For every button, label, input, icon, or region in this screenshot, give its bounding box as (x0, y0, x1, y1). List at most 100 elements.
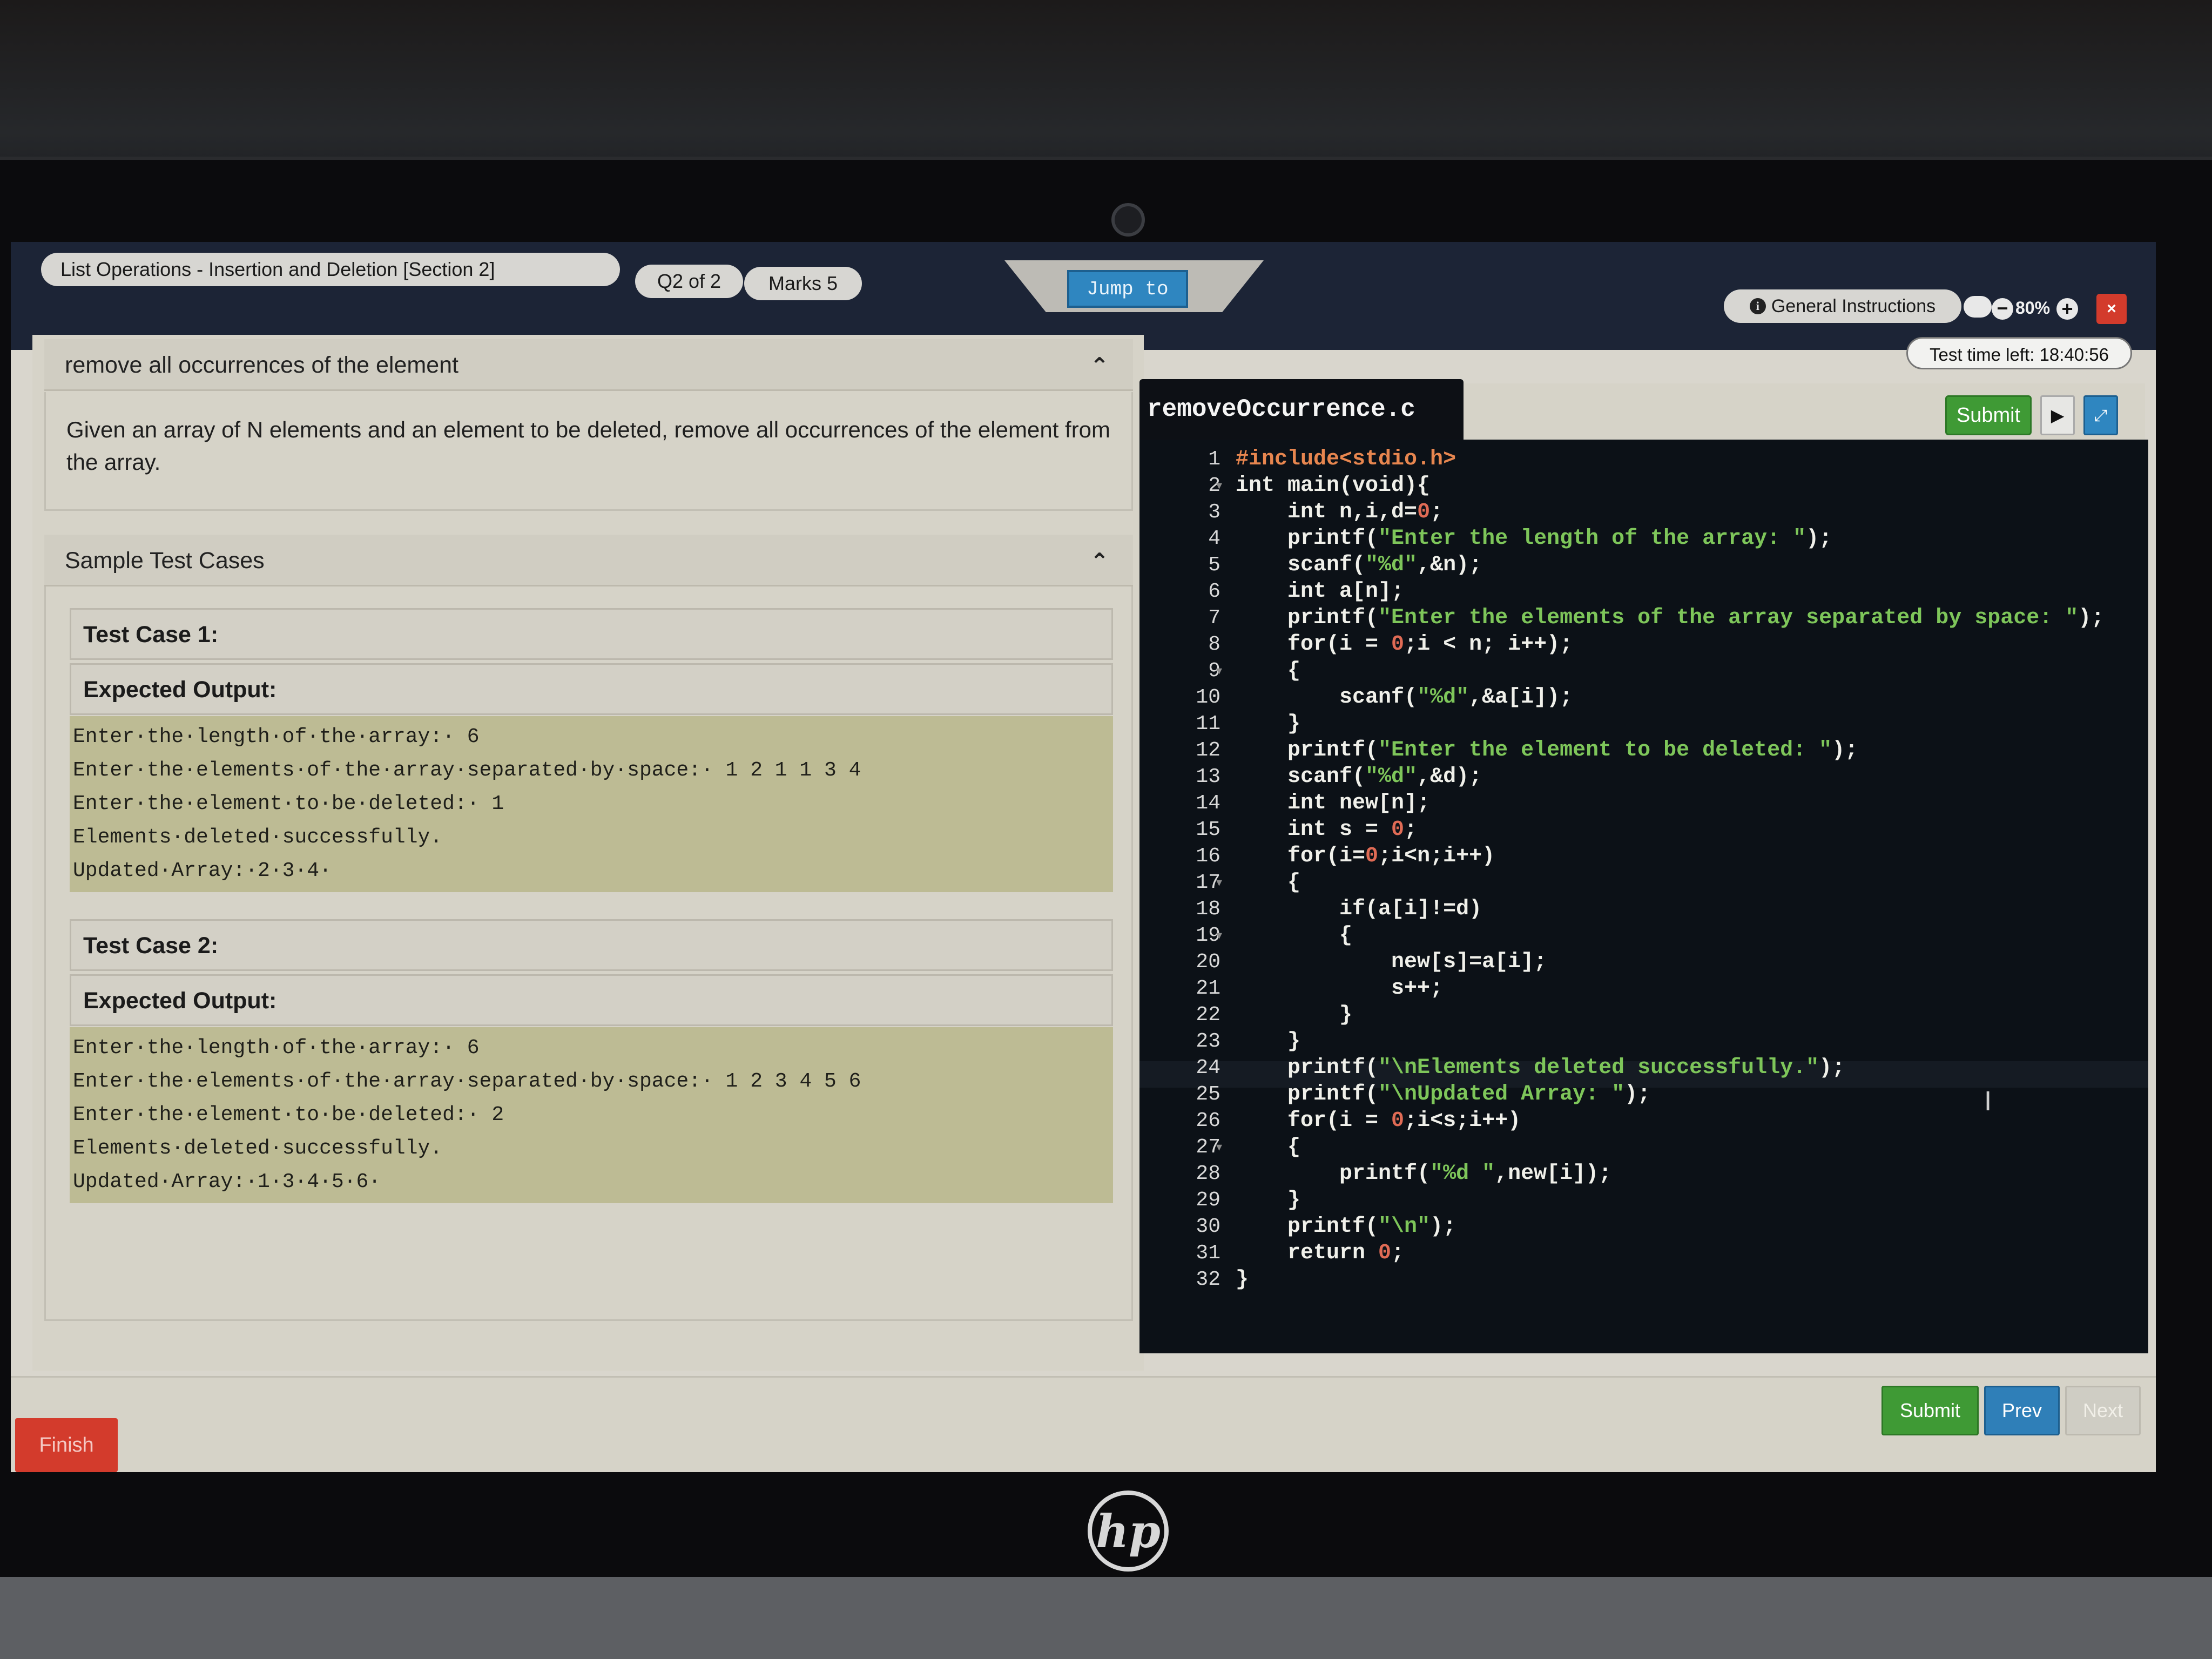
line-number: 21 (1196, 977, 1220, 1000)
code-line[interactable]: int s = 0; (1236, 817, 1417, 843)
general-instructions-button[interactable]: i General Instructions (1724, 289, 1961, 323)
text-cursor-icon: I (1984, 1087, 1992, 1117)
info-icon: i (1749, 298, 1766, 314)
code-line[interactable]: printf("Enter the element to be deleted:… (1236, 737, 1858, 764)
zoom-in-icon[interactable]: + (2056, 298, 2078, 320)
code-line[interactable]: scanf("%d",&a[i]); (1236, 684, 1573, 711)
output-line: Enter·the·length·of·the·array:· 6 (73, 1036, 480, 1060)
line-number: 30 (1196, 1215, 1220, 1238)
code-line[interactable]: printf("\nUpdated Array: "); (1236, 1081, 1650, 1108)
code-line[interactable]: scanf("%d",&n); (1236, 552, 1482, 578)
code-line[interactable]: } (1236, 1028, 1300, 1055)
code-line[interactable]: s++; (1236, 975, 1443, 1002)
line-number: 6 (1208, 580, 1220, 603)
code-line[interactable]: for(i = 0;i<s;i++) (1236, 1108, 1521, 1134)
expected-output-block: Enter·the·length·of·the·array:· 6 Enter·… (70, 716, 1113, 892)
output-line: Elements·deleted·successfully. (73, 826, 443, 849)
code-line[interactable]: } (1236, 1187, 1300, 1213)
submit-button[interactable]: Submit (1881, 1386, 1979, 1435)
general-instructions-label: General Instructions (1771, 295, 1936, 316)
code-line[interactable]: printf("Enter the elements of the array … (1236, 605, 2104, 631)
code-line[interactable]: { (1236, 1134, 1300, 1161)
code-editor[interactable]: 1 2 ▾ 3 4 5 6 7 8 9 ▾ 10 11 12 13 14 15 16 17 ▾ 18 19 ▾ 20 21 22 2… (1139, 440, 2148, 1353)
jump-to-button[interactable]: Jump to (1067, 270, 1188, 308)
code-line[interactable]: printf("\nElements deleted successfully.… (1236, 1055, 1845, 1081)
code-line[interactable]: int n,i,d=0; (1236, 499, 1443, 525)
line-number: 4 (1208, 527, 1220, 550)
expected-output-label: Expected Output: (70, 974, 1113, 1026)
test-timer: Test time left: 18:40:56 (1906, 337, 2132, 369)
line-number: 28 (1196, 1162, 1220, 1185)
line-number: 32 (1196, 1268, 1220, 1291)
code-line[interactable]: printf("\n"); (1236, 1213, 1456, 1240)
code-line[interactable]: } (1236, 1002, 1352, 1028)
play-icon[interactable]: ▶ (2040, 395, 2075, 435)
code-line[interactable]: #include<stdio.h> (1236, 446, 1456, 473)
zoom-level: 80% (2015, 298, 2051, 318)
line-number: 11 (1196, 712, 1220, 736)
output-line: Enter·the·length·of·the·array:· 6 (73, 725, 480, 748)
line-number: 3 (1208, 501, 1220, 524)
code-line[interactable]: { (1236, 869, 1300, 896)
exam-screen: List Operations - Insertion and Deletion… (11, 242, 2156, 1472)
line-number: 29 (1196, 1189, 1220, 1212)
code-line[interactable]: int main(void){ (1236, 473, 1430, 499)
problem-title-bar[interactable]: remove all occurrences of the element ⌃ (44, 339, 1133, 391)
chat-icon[interactable] (1964, 296, 1992, 318)
line-number: 5 (1208, 554, 1220, 577)
chevron-up-icon[interactable]: ⌃ (1090, 355, 1109, 377)
code-line[interactable]: printf("%d ",new[i]); (1236, 1161, 1611, 1187)
laptop-deck (0, 1577, 2212, 1659)
code-line[interactable]: } (1236, 711, 1300, 737)
problem-title: remove all occurrences of the element (65, 352, 458, 378)
line-number: 2 (1208, 474, 1220, 497)
line-number: 25 (1196, 1083, 1220, 1106)
sample-cases-body: Test Case 1: Expected Output: Enter·the·… (44, 586, 1133, 1321)
fold-caret-icon[interactable]: ▾ (1216, 869, 1222, 896)
fold-caret-icon[interactable]: ▾ (1216, 658, 1222, 684)
code-line[interactable]: { (1236, 922, 1352, 949)
webcam-icon (1111, 203, 1145, 237)
fold-caret-icon[interactable]: ▾ (1216, 473, 1222, 499)
line-number: 15 (1196, 818, 1220, 841)
zoom-out-icon[interactable]: − (1992, 298, 2013, 320)
sample-cases-title: Sample Test Cases (65, 548, 265, 574)
output-line: Updated·Array:·2·3·4· (73, 859, 332, 882)
close-icon[interactable]: × (2096, 294, 2127, 324)
expected-output-label: Expected Output: (70, 663, 1113, 715)
code-line[interactable]: scanf("%d",&d); (1236, 764, 1482, 790)
sample-cases-title-bar[interactable]: Sample Test Cases ⌃ (44, 535, 1133, 586)
line-number: 1 (1208, 448, 1220, 471)
code-line[interactable]: for(i = 0;i < n; i++); (1236, 631, 1573, 658)
chevron-up-icon[interactable]: ⌃ (1090, 550, 1109, 573)
expected-output-block: Enter·the·length·of·the·array:· 6 Enter·… (70, 1027, 1113, 1203)
code-line[interactable]: if(a[i]!=d) (1236, 896, 1482, 922)
line-number: 31 (1196, 1242, 1220, 1265)
editor-submit-button[interactable]: Submit (1945, 395, 2032, 435)
code-line[interactable]: int new[n]; (1236, 790, 1430, 817)
fold-caret-icon[interactable]: ▾ (1216, 922, 1222, 949)
hp-logo: hp (1088, 1491, 1169, 1572)
code-line[interactable]: int a[n]; (1236, 578, 1404, 605)
marks-badge: Marks 5 (744, 267, 862, 300)
fold-caret-icon[interactable]: ▾ (1216, 1134, 1222, 1161)
code-line[interactable]: new[s]=a[i]; (1236, 949, 1547, 975)
editor-file-tab[interactable]: removeOccurrence.c (1139, 379, 1464, 440)
code-line[interactable]: for(i=0;i<n;i++) (1236, 843, 1495, 869)
code-line[interactable]: return 0; (1236, 1240, 1404, 1266)
finish-button[interactable]: Finish (15, 1418, 118, 1472)
line-gutter: 1 2 ▾ 3 4 5 6 7 8 9 ▾ 10 11 12 13 14 15 16 17 ▾ 18 19 ▾ 20 21 22 2… (1139, 440, 1222, 1353)
next-button[interactable]: Next (2065, 1386, 2141, 1435)
expand-icon[interactable]: ⤢ (2083, 395, 2118, 435)
prev-button[interactable]: Prev (1984, 1386, 2060, 1435)
line-number: 14 (1196, 792, 1220, 815)
section-title: List Operations - Insertion and Deletion… (41, 253, 620, 286)
problem-description: Given an array of N elements and an elem… (44, 392, 1133, 511)
code-line[interactable]: } (1236, 1266, 1249, 1293)
output-line: Updated·Array:·1·3·4·5·6· (73, 1170, 381, 1193)
code-line[interactable]: printf("Enter the length of the array: "… (1236, 525, 1832, 552)
line-number: 7 (1208, 606, 1220, 630)
question-counter: Q2 of 2 (635, 265, 743, 298)
line-number: 16 (1196, 845, 1220, 868)
code-line[interactable]: { (1236, 658, 1300, 684)
